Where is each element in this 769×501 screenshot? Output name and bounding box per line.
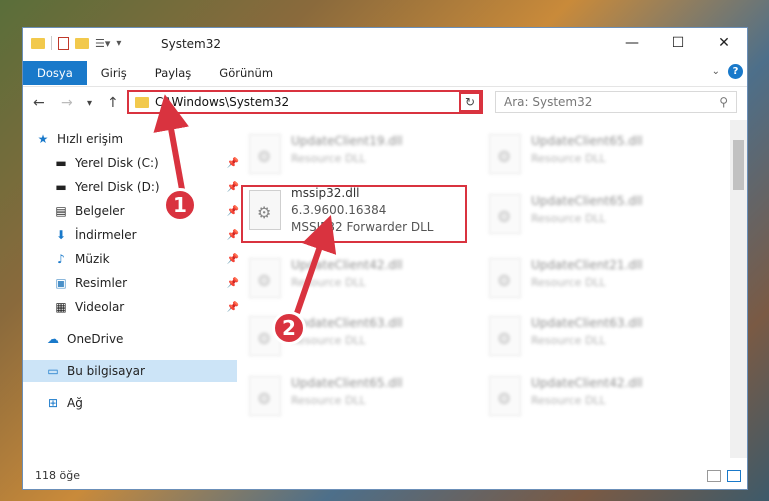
arrow-to-selected-file: [294, 214, 337, 314]
annotation-arrows: [153, 94, 337, 314]
step-badge-1: 1: [163, 188, 197, 222]
step-badge-2: 2: [272, 311, 306, 345]
arrow-to-address-bar: [153, 94, 189, 196]
